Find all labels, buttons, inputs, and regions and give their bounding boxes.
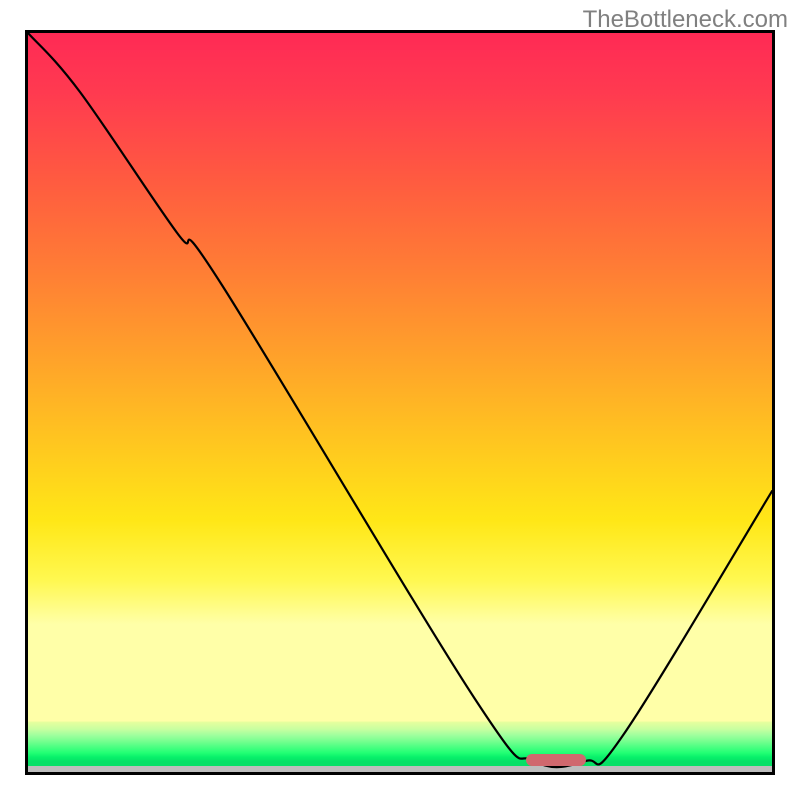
- watermark-text: TheBottleneck.com: [583, 6, 788, 34]
- chart-frame: [25, 30, 775, 775]
- bottleneck-curve-path: [28, 33, 772, 767]
- optimum-marker: [526, 754, 586, 766]
- bottleneck-curve: [28, 33, 772, 772]
